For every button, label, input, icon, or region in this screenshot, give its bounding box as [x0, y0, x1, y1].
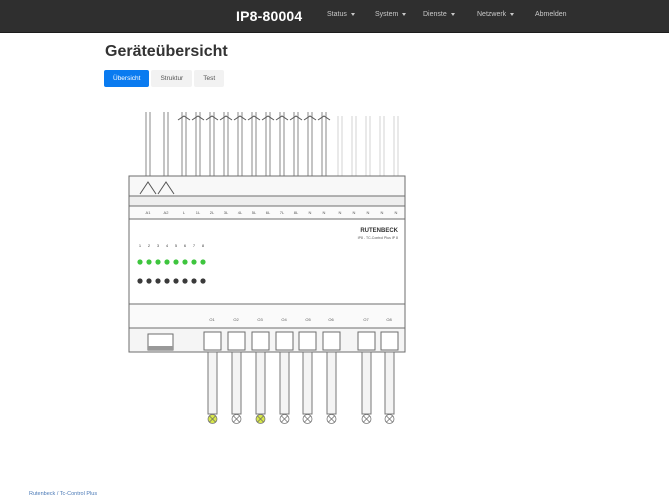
output-socket-4 — [275, 331, 294, 351]
device-diagram: A1 A2 L 1L 2L 3L 4L 5L 6L 7L 8L N N N N … — [128, 112, 406, 424]
wire-2l — [209, 112, 215, 176]
led-dark-5 — [173, 278, 179, 284]
led-green-8 — [200, 259, 206, 265]
output-label: O6 — [328, 317, 334, 322]
wire-3l — [223, 112, 229, 176]
terminal-label: 3L — [224, 210, 229, 215]
output-cable-3 — [255, 351, 266, 415]
output-socket-2 — [227, 331, 246, 351]
led-dark-8 — [200, 278, 206, 284]
top-terminal-block — [128, 175, 406, 197]
bottom-label-strip — [128, 303, 406, 329]
output-label: O4 — [281, 317, 287, 322]
wire-7l — [279, 112, 285, 176]
bend-icon — [261, 115, 275, 121]
wire-a1 — [145, 112, 151, 176]
wire-1l — [195, 112, 201, 176]
wire-l — [181, 112, 187, 176]
bend-icon — [289, 115, 303, 121]
brand-logo-text: RUTENBECK — [360, 228, 398, 234]
terminal-label: 4L — [238, 210, 243, 215]
bend-icon — [275, 115, 289, 121]
output-cable-5 — [302, 351, 313, 415]
model-text: IP8 - TC-Control Plus IP 8 — [358, 236, 398, 240]
led-dark-1 — [137, 278, 143, 284]
terminal-label: 2L — [210, 210, 215, 215]
led-green-7 — [191, 259, 197, 265]
output-label: O3 — [257, 317, 263, 322]
output-sockets — [203, 331, 399, 351]
wire-n5 — [393, 116, 399, 176]
bend-icon — [303, 115, 317, 121]
bend-icon — [233, 115, 247, 121]
led-dark-4 — [164, 278, 170, 284]
output-label: O1 — [209, 317, 215, 322]
terminal-rail — [128, 195, 406, 207]
output-cable-7 — [361, 351, 372, 415]
bend-icon — [177, 115, 191, 121]
led-green-6 — [182, 259, 188, 265]
output-cable-2 — [231, 351, 242, 415]
led-green-1 — [137, 259, 143, 265]
wire-4l — [237, 112, 243, 176]
wire-5l — [251, 112, 257, 176]
wire-n2 — [351, 116, 357, 176]
wire-n1 — [337, 116, 343, 176]
terminal-label: N — [367, 210, 370, 215]
output-label: O8 — [386, 317, 392, 322]
output-cable-1 — [207, 351, 218, 415]
terminal-label: 6L — [266, 210, 271, 215]
terminal-label: N — [339, 210, 342, 215]
bend-icon — [205, 115, 219, 121]
bus-connector-pins — [148, 346, 173, 350]
output-socket-8 — [380, 331, 399, 351]
terminal-label: A1 — [146, 210, 152, 215]
terminal-label: N — [395, 210, 398, 215]
wire-10 — [321, 112, 327, 176]
led-dark-7 — [191, 278, 197, 284]
wire-bends — [177, 115, 331, 121]
terminal-label: 7L — [280, 210, 285, 215]
wire-n3 — [365, 116, 371, 176]
terminal-label: N — [323, 210, 326, 215]
wire-9 — [307, 112, 313, 176]
output-socket-7 — [357, 331, 376, 351]
led-green-2 — [146, 259, 152, 265]
output-cables — [207, 351, 395, 415]
terminal-label: N — [381, 210, 384, 215]
led-green-5 — [173, 259, 179, 265]
bend-icon — [247, 115, 261, 121]
led-dark-6 — [182, 278, 188, 284]
terminal-label: 5L — [252, 210, 257, 215]
led-green-4 — [164, 259, 170, 265]
output-socket-5 — [298, 331, 317, 351]
output-cable-4 — [279, 351, 290, 415]
output-label: O2 — [233, 317, 239, 322]
top-wires — [145, 112, 399, 176]
output-label: O5 — [305, 317, 311, 322]
led-dark-3 — [155, 278, 161, 284]
wire-n4 — [379, 116, 385, 176]
terminal-label: N — [309, 210, 312, 215]
terminal-label: 1L — [196, 210, 201, 215]
led-dark-2 — [146, 278, 152, 284]
output-socket-6 — [322, 331, 341, 351]
terminal-label: 8L — [294, 210, 299, 215]
bend-icon — [191, 115, 205, 121]
output-cable-6 — [326, 351, 337, 415]
wire-a2 — [163, 112, 169, 176]
led-green-3 — [155, 259, 161, 265]
output-socket-3 — [251, 331, 270, 351]
wire-6l — [265, 112, 271, 176]
output-socket-1 — [203, 331, 222, 351]
terminal-label: A2 — [164, 210, 170, 215]
bend-icon — [317, 115, 331, 121]
terminal-label: N — [353, 210, 356, 215]
output-label: O7 — [363, 317, 369, 322]
bend-icon — [219, 115, 233, 121]
wire-8l — [293, 112, 299, 176]
output-cable-8 — [384, 351, 395, 415]
footer-link[interactable]: Rutenbeck / Tc-Control Plus — [29, 491, 97, 497]
